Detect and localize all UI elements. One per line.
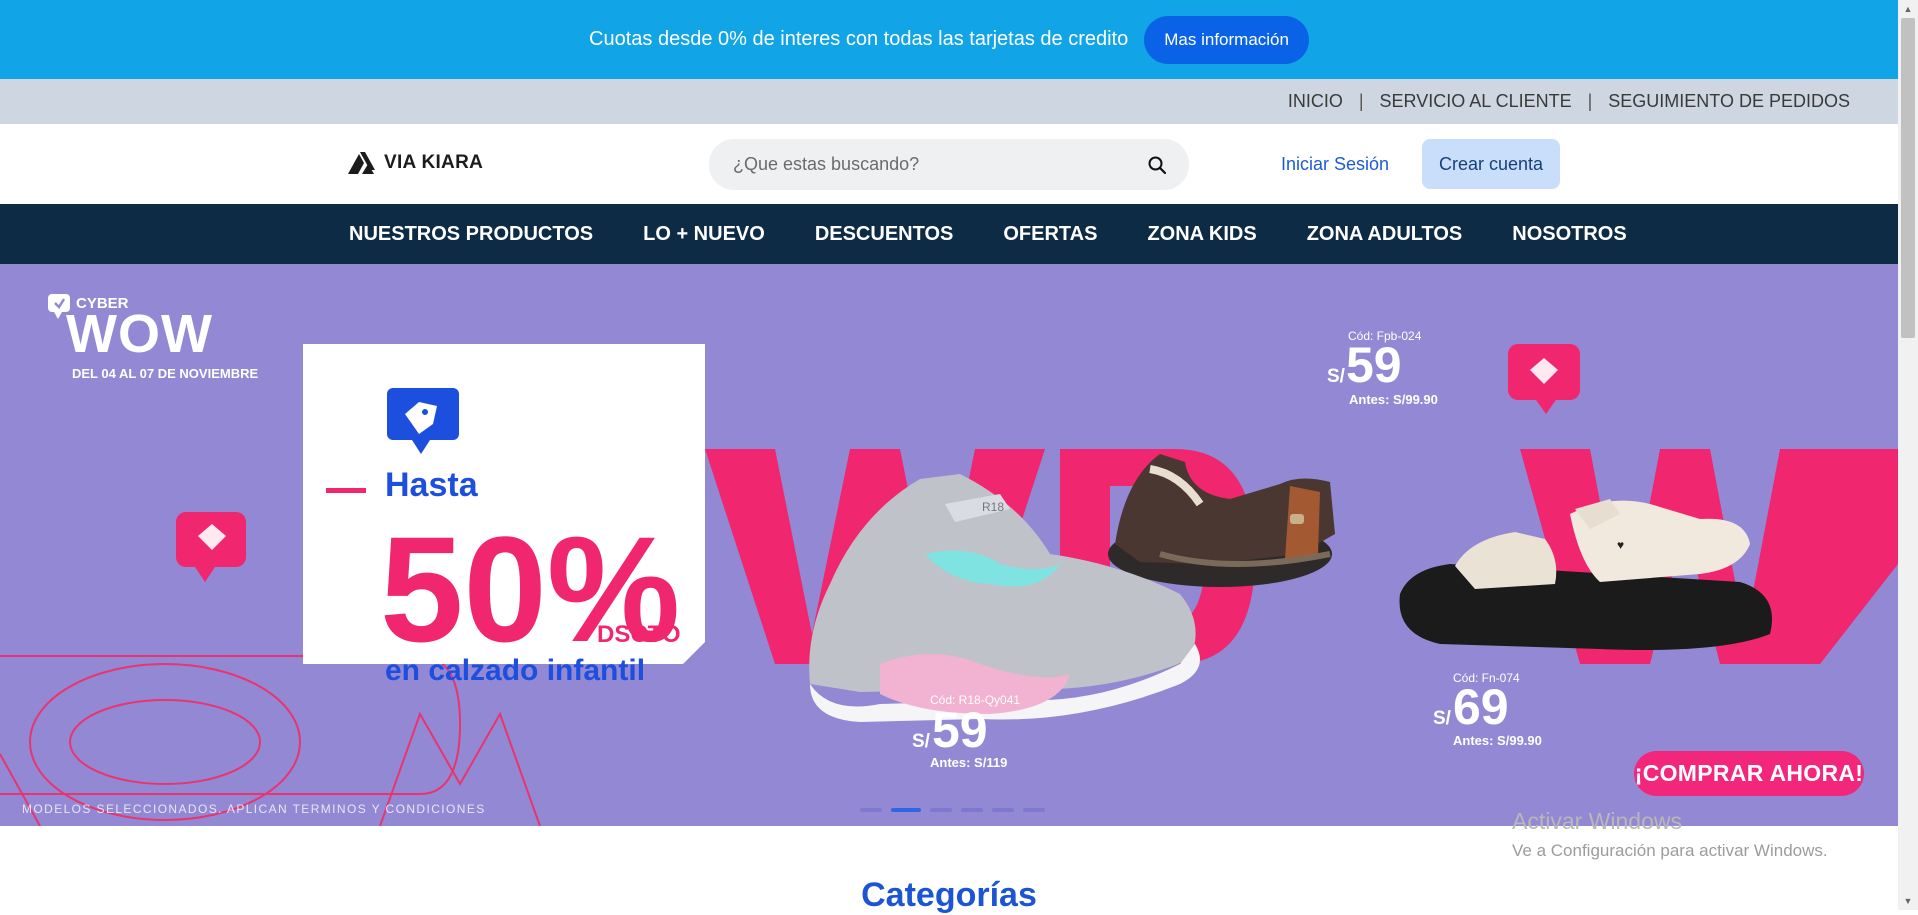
signup-button[interactable]: Crear cuenta — [1422, 139, 1560, 189]
scroll-up-arrow-icon[interactable]: ▲ — [1898, 0, 1918, 18]
carousel-dot[interactable] — [961, 808, 983, 812]
carousel-dots — [860, 808, 1045, 812]
nav-item-zona-kids[interactable]: ZONA KIDS — [1147, 223, 1256, 246]
scroll-down-arrow-icon[interactable]: ▼ — [1898, 892, 1918, 910]
promo-dates: DEL 04 AL 07 DE NOVIEMBRE — [72, 366, 258, 381]
nav-item-nosotros[interactable]: NOSOTROS — [1512, 223, 1626, 246]
promo-subtitle: en calzado infantil — [385, 654, 645, 687]
price-before: Antes: S/119 — [930, 755, 1007, 770]
logo-icon — [348, 152, 375, 174]
hero-artwork: CYBER WOW DEL 04 AL 07 DE NOVIEMBRE Hast… — [0, 294, 1898, 826]
price-value: 59 — [1346, 337, 1402, 393]
promo-text: Cuotas desde 0% de interes con todas las… — [589, 28, 1129, 50]
shop-now-button[interactable]: ¡COMPRAR AHORA! — [1634, 751, 1864, 796]
logo-text: VIA KIARA — [384, 152, 484, 173]
svg-text:♥: ♥ — [1617, 538, 1624, 552]
tag-chat-icon — [1508, 344, 1580, 414]
search-input[interactable] — [731, 153, 1147, 176]
separator: | — [1358, 91, 1364, 111]
promo-prefix: Hasta — [385, 466, 479, 504]
separator: | — [1587, 91, 1593, 111]
price-value: 59 — [932, 702, 988, 758]
carousel-dot-active[interactable] — [891, 808, 921, 812]
price-before: Antes: S/99.90 — [1453, 733, 1542, 748]
scroll-thumb[interactable] — [1901, 18, 1915, 338]
cyber-wow-logo: CYBER WOW DEL 04 AL 07 DE NOVIEMBRE — [48, 294, 258, 381]
top-links-bar: INICIO | SERVICIO AL CLIENTE | SEGUIMIEN… — [0, 79, 1898, 124]
carousel-dot[interactable] — [860, 808, 882, 812]
price-before: Antes: S/99.90 — [1349, 392, 1438, 407]
carousel-dot[interactable] — [930, 808, 952, 812]
watermark-line-2: Ve a Configuración para activar Windows. — [1512, 841, 1828, 860]
carousel-dot[interactable] — [992, 808, 1014, 812]
link-servicio-al-cliente[interactable]: SERVICIO AL CLIENTE — [1380, 91, 1572, 112]
price-currency: S/ — [1327, 366, 1346, 387]
link-inicio[interactable]: INICIO — [1288, 91, 1343, 112]
discount-card: Hasta 50% DSCTO en calzado infantil — [303, 344, 705, 687]
svg-text:R18: R18 — [982, 500, 1004, 514]
price-currency: S/ — [1433, 708, 1452, 729]
search-bar — [709, 139, 1189, 190]
site-header: VIA KIARA Iniciar Sesión Crear cuenta — [0, 124, 1898, 204]
hero-banner[interactable]: CYBER WOW DEL 04 AL 07 DE NOVIEMBRE Hast… — [0, 264, 1898, 826]
vertical-scrollbar[interactable]: ▲ ▼ — [1898, 0, 1918, 910]
categories-title: Categorías — [861, 876, 1037, 914]
disclaimer-text: MODELOS SELECCIONADOS. APLICAN TERMINOS … — [22, 802, 486, 816]
price-tag-product-3: Cód: Fn-074 S/ 69 Antes: S/99.90 — [1433, 671, 1542, 748]
tag-chat-icon — [176, 512, 246, 582]
login-link[interactable]: Iniciar Sesión — [1281, 154, 1389, 175]
carousel-dot[interactable] — [1023, 808, 1045, 812]
price-value: 69 — [1453, 679, 1509, 735]
price-tag-product-1: Cód: Fpb-024 S/ 59 Antes: S/99.90 — [1327, 329, 1438, 407]
discount-label: DSCTO — [597, 621, 681, 648]
promo-bar: Cuotas desde 0% de interes con todas las… — [0, 0, 1898, 79]
watermark-line-1: Activar Windows — [1512, 808, 1682, 834]
link-seguimiento-de-pedidos[interactable]: SEGUIMIENTO DE PEDIDOS — [1608, 91, 1850, 112]
nav-item-descuentos[interactable]: DESCUENTOS — [815, 223, 954, 246]
nav-item-lo-nuevo[interactable]: LO + NUEVO — [643, 223, 765, 246]
nav-item-nuestros-productos[interactable]: NUESTROS PRODUCTOS — [349, 223, 593, 246]
more-info-button[interactable]: Mas información — [1144, 15, 1309, 64]
logo[interactable]: VIA KIARA — [348, 152, 483, 174]
main-nav: NUESTROS PRODUCTOS LO + NUEVO DESCUENTOS… — [0, 204, 1898, 264]
windows-activation-watermark: Activar Windows Ve a Configuración para … — [1512, 808, 1828, 861]
nav-item-zona-adultos[interactable]: ZONA ADULTOS — [1307, 223, 1463, 246]
badge-title: WOW — [66, 304, 213, 364]
price-currency: S/ — [912, 731, 931, 752]
nav-item-ofertas[interactable]: OFERTAS — [1003, 223, 1097, 246]
search-icon[interactable] — [1147, 155, 1167, 175]
